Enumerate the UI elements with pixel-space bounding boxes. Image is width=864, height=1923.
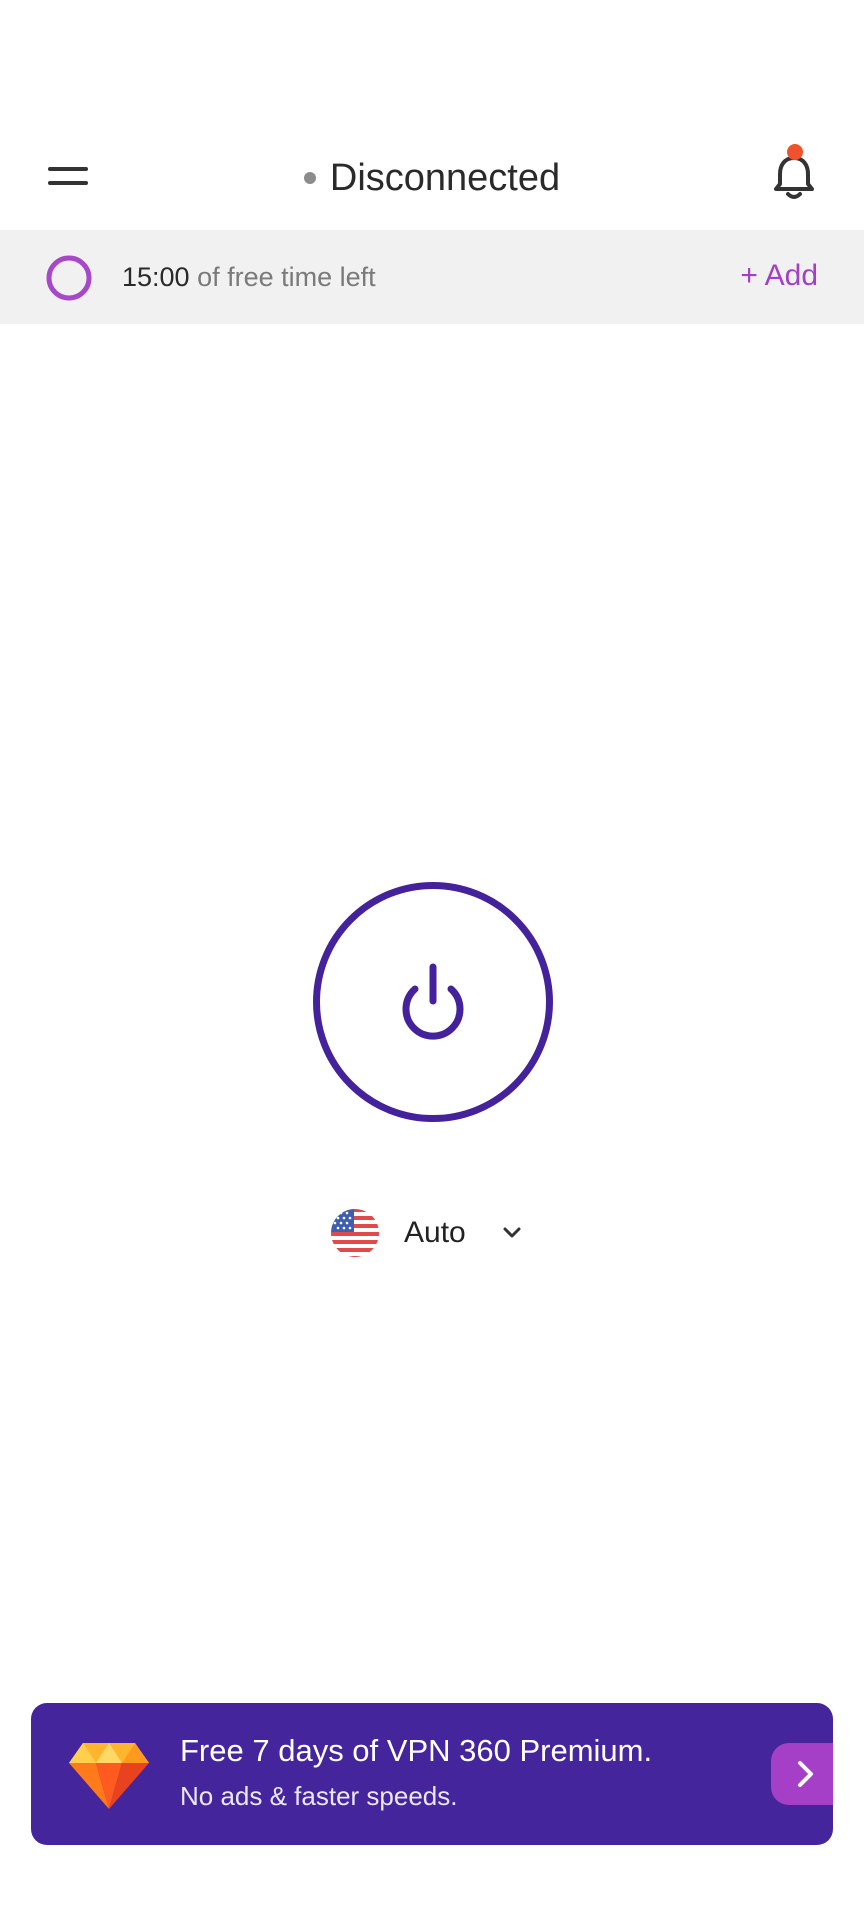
bell-icon xyxy=(774,144,814,199)
free-time-value: 15:00 xyxy=(122,262,190,292)
free-time-text: 15:00 of free time left xyxy=(122,258,376,296)
chevron-right-icon xyxy=(798,1761,813,1787)
promo-go-button[interactable] xyxy=(771,1743,833,1805)
notifications-button[interactable] xyxy=(764,144,824,204)
status-dot xyxy=(303,172,316,184)
add-time-button[interactable]: + Add xyxy=(740,256,818,296)
top-bar: Disconnected xyxy=(0,120,864,230)
location-label: Auto xyxy=(404,1216,466,1249)
timer-ring-icon xyxy=(46,255,92,301)
connect-power-button[interactable] xyxy=(313,882,553,1122)
notification-dot xyxy=(787,144,803,160)
power-icon xyxy=(402,963,464,1040)
diamond-icon xyxy=(69,1743,149,1809)
us-flag-icon xyxy=(331,1209,379,1257)
free-time-bar: 15:00 of free time left + Add xyxy=(0,230,864,324)
premium-promo-banner[interactable]: Free 7 days of VPN 360 Premium. No ads &… xyxy=(31,1703,833,1845)
status-text: Disconnected xyxy=(329,156,561,199)
location-selector[interactable]: Auto xyxy=(330,1205,540,1261)
connection-status: Disconnected xyxy=(0,156,864,200)
promo-subtitle: No ads & faster speeds. xyxy=(180,1781,458,1811)
free-time-suffix: of free time left xyxy=(197,262,376,292)
chevron-down-icon xyxy=(503,1227,521,1238)
promo-title: Free 7 days of VPN 360 Premium. xyxy=(180,1733,653,1768)
vpn-home-screen: Disconnected 15:00 of free time left + A… xyxy=(0,0,864,1923)
